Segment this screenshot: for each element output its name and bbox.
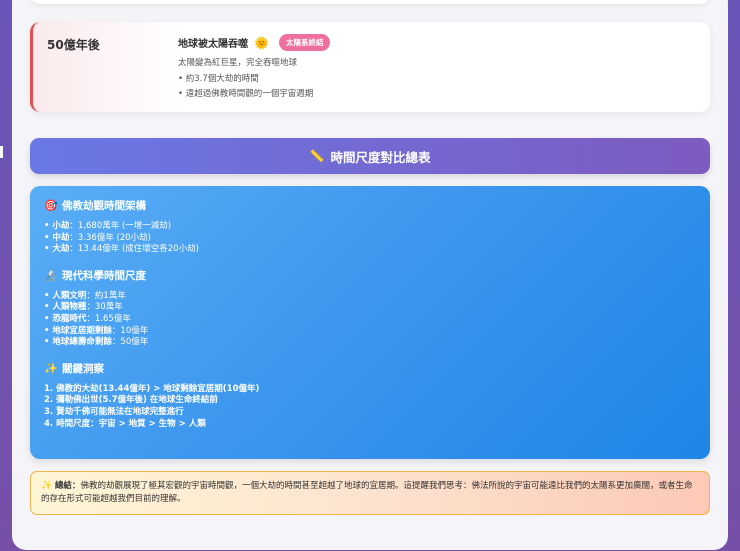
item-key: • 人類文明 (44, 290, 87, 301)
scroll-edge-marker (0, 146, 3, 158)
event-title: 地球被太陽吞噬 (178, 39, 248, 50)
previous-card-bottom (30, 0, 710, 4)
buddhist-heading-text: 佛教劫觀時間架構 (62, 200, 146, 212)
event-bullet: • 遠超過佛教時間觀的一個宇宙週期 (178, 89, 314, 99)
buddhist-heading: 🎯 佛教劫觀時間架構 (44, 198, 696, 213)
sparkles-icon: ✨ (44, 361, 58, 375)
ruler-icon: 📏 (309, 149, 325, 163)
comparison-card: 🎯 佛教劫觀時間架構 • 小劫：1,680萬年 (一增一減劫) • 中劫：3.3… (30, 186, 710, 459)
item-key: • 大劫 (44, 244, 70, 255)
list-item: 3. 賢劫千佛可能無法在地球完整進行 (44, 406, 184, 417)
summary-text: 佛教的劫觀展現了極其宏觀的宇宙時間觀，一個大劫的時間甚至超越了地球的宜居期。這提… (41, 481, 693, 504)
insights-section: ✨ 關鍵洞察 1. 佛教的大劫(13.44億年) > 地球剩餘宜居期(10億年)… (44, 361, 696, 430)
summary-box: ✨ 總結：佛教的劫觀展現了極其宏觀的宇宙時間觀，一個大劫的時間甚至超越了地球的宜… (30, 471, 710, 515)
list-item: • 中劫：3.36億年 (20小劫) (44, 233, 696, 245)
insights-list: 1. 佛教的大劫(13.44億年) > 地球剩餘宜居期(10億年) 2. 彌勒佛… (44, 384, 696, 430)
item-key: • 中劫 (44, 232, 70, 243)
sparkles-icon: ✨ (41, 481, 53, 491)
list-item: • 地球宜居期剩餘：10億年 (44, 326, 696, 338)
science-list: • 人類文明：約1萬年 • 人類物種：30萬年 • 恐龍時代：1.65億年 • … (44, 291, 696, 349)
list-item: • 大劫：13.44億年 (成住壞空各20小劫) (44, 244, 696, 256)
science-heading-text: 現代科學時間尺度 (62, 269, 146, 282)
summary-label: 總結： (54, 481, 81, 491)
section-title: 時間尺度對比總表 (330, 149, 431, 165)
list-item: • 人類文明：約1萬年 (44, 291, 696, 303)
item-value: ：30萬年 (86, 302, 123, 313)
list-item: 2. 彌勒佛出世(5.7億年後) 在地球生命終結前 (44, 395, 218, 406)
event-title-row: 地球被太陽吞噬 🌞 太陽系終結 (178, 34, 331, 51)
section-header: 📏 時間尺度對比總表 (30, 138, 710, 174)
science-section: 🔬 現代科學時間尺度 • 人類文明：約1萬年 • 人類物種：30萬年 • 恐龍時… (44, 268, 696, 349)
event-bullets: • 約3.7個大劫的時間 • 遠超過佛教時間觀的一個宇宙週期 (178, 72, 313, 102)
item-value: ：3.36億年 (20小劫) (69, 232, 151, 243)
event-description: 太陽變為紅巨星，完全吞噬地球 (178, 58, 298, 68)
sun-icon: 🌞 (254, 35, 269, 50)
page-container: 50億年後 地球被太陽吞噬 🌞 太陽系終結 太陽變為紅巨星，完全吞噬地球 • 約… (12, 0, 728, 550)
timeline-event-card: 50億年後 地球被太陽吞噬 🌞 太陽系終結 太陽變為紅巨星，完全吞噬地球 • 約… (30, 22, 710, 112)
item-key: • 地球總壽命剩餘 (44, 337, 112, 348)
event-badge: 太陽系終結 (278, 34, 331, 51)
target-icon: 🎯 (44, 199, 58, 212)
microscope-icon: 🔬 (44, 268, 58, 282)
item-value: ：1,680萬年 (一增一減劫) (69, 221, 172, 231)
item-key: • 小劫 (44, 221, 70, 231)
item-key: • 人類物種 (44, 302, 87, 313)
event-period: 50億年後 (47, 38, 100, 52)
item-value: ：約1萬年 (86, 290, 126, 301)
list-item: • 地球總壽命剩餘：50億年 (44, 337, 696, 349)
buddhist-list: • 小劫：1,680萬年 (一增一減劫) • 中劫：3.36億年 (20小劫) … (44, 221, 696, 256)
list-item: • 恐龍時代：1.65億年 (44, 314, 696, 326)
science-heading: 🔬 現代科學時間尺度 (44, 268, 696, 283)
list-item: 4. 時間尺度：宇宙 > 地質 > 生物 > 人類 (44, 418, 206, 429)
item-value: ：13.44億年 (成住壞空各20小劫) (69, 244, 199, 255)
list-item: • 人類物種：30萬年 (44, 302, 696, 314)
insights-heading-text: 關鍵洞察 (62, 362, 104, 375)
item-key: • 地球宜居期剩餘 (44, 325, 112, 336)
list-item: • 小劫：1,680萬年 (一增一減劫) (44, 221, 696, 233)
item-value: ：50億年 (111, 337, 149, 348)
event-bullet: • 約3.7個大劫的時間 (178, 74, 259, 84)
item-value: ：10億年 (111, 325, 149, 336)
item-value: ：1.65億年 (86, 313, 131, 324)
insights-heading: ✨ 關鍵洞察 (44, 361, 696, 376)
list-item: 1. 佛教的大劫(13.44億年) > 地球剩餘宜居期(10億年) (44, 383, 260, 394)
item-key: • 恐龍時代 (44, 313, 87, 324)
buddhist-section: 🎯 佛教劫觀時間架構 • 小劫：1,680萬年 (一增一減劫) • 中劫：3.3… (44, 198, 696, 256)
